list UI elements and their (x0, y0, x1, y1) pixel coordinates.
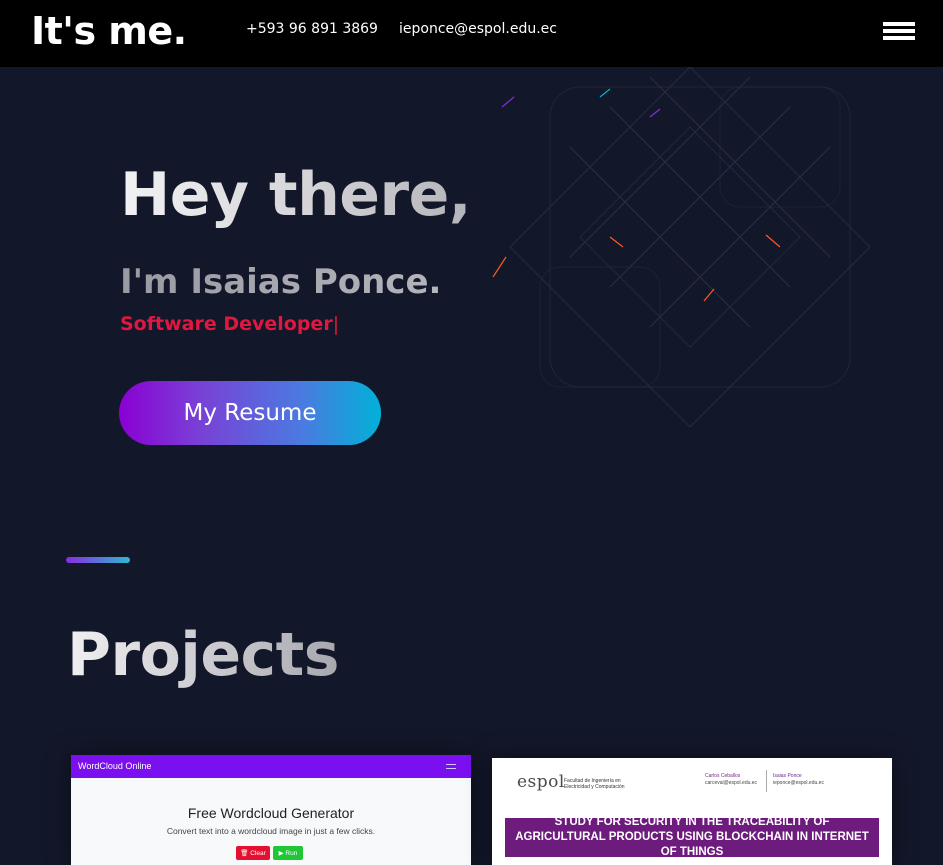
paper-author: Carlos Ceballos carceval@espol.edu.ec (705, 773, 757, 787)
hero-role: Software Developer| (120, 313, 339, 335)
typing-caret: | (332, 313, 340, 335)
menu-line (883, 22, 915, 26)
hero-name: I'm Isaias Ponce. (120, 262, 442, 302)
author-name: Carlos Ceballos (705, 773, 741, 779)
hero-decorative-pattern (492, 67, 870, 427)
wordcloud-menu-icon (446, 764, 456, 769)
resume-button[interactable]: My Resume (119, 381, 381, 445)
email-address[interactable]: ieponce@espol.edu.ec (399, 21, 557, 37)
paper-title: STUDY FOR SECURITY IN THE TRACEABILITY O… (505, 816, 879, 858)
top-navbar: It's me. +593 96 891 3869 ieponce@espol.… (0, 0, 943, 67)
menu-line (883, 29, 915, 33)
phone-number[interactable]: +593 96 891 3869 (246, 21, 378, 37)
author-email: carceval@espol.edu.ec (705, 780, 758, 786)
faculty-name: Facultad de Ingeniería en Electricidad y… (564, 778, 625, 790)
wordcloud-run-button: ▶ Run (273, 846, 303, 860)
espol-logo: espol (517, 772, 565, 792)
author-name: Isaias Ponce (773, 773, 802, 779)
project-card-wordcloud[interactable]: WordCloud Online Free Wordcloud Generato… (71, 755, 471, 865)
role-text: Software Developer (120, 313, 333, 335)
wordcloud-subtitle: Convert text into a wordcloud image in j… (166, 826, 376, 836)
author-email: ieponce@espol.edu.ec (773, 780, 824, 786)
section-accent-bar (66, 557, 130, 563)
paper-author: Isaias Ponce ieponce@espol.edu.ec (773, 773, 824, 787)
site-brand[interactable]: It's me. (31, 9, 187, 53)
hero-greeting: Hey there, (120, 160, 472, 230)
author-divider (766, 770, 767, 792)
wordcloud-heading: Free Wordcloud Generator (187, 805, 355, 821)
hamburger-menu-icon[interactable] (883, 22, 915, 40)
wordcloud-app-name: WordCloud Online (78, 761, 152, 771)
projects-title: Projects (67, 620, 340, 690)
menu-line (883, 36, 915, 40)
wordcloud-clear-button: 🗑 Clear (236, 846, 270, 860)
project-card-blockchain-paper[interactable]: espol Facultad de Ingeniería en Electric… (492, 758, 892, 865)
wordcloud-navbar: WordCloud Online (71, 755, 471, 778)
